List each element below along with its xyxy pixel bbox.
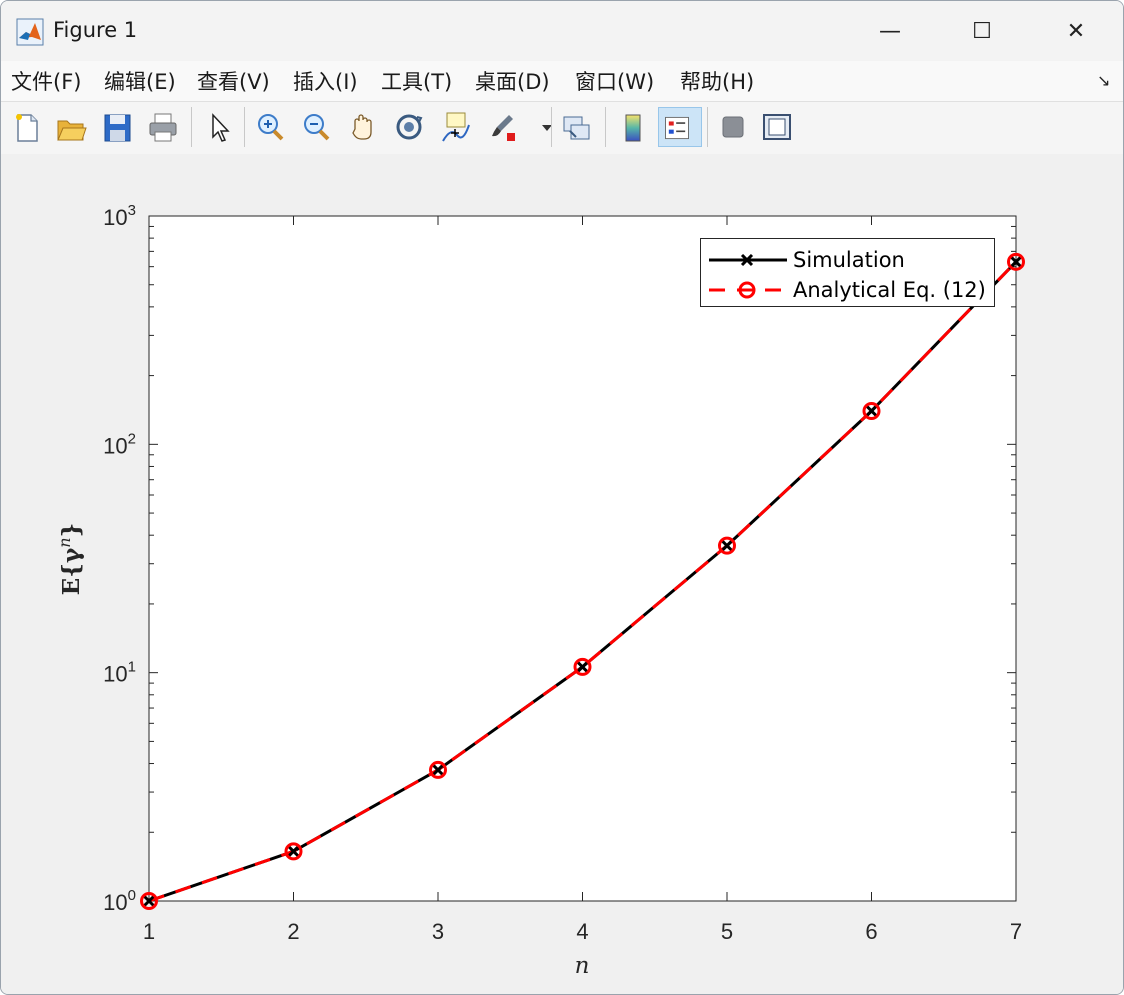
x-tick-label: 6: [865, 919, 877, 944]
y-axis-label-end: }: [58, 523, 85, 538]
y-tick-base: 10: [103, 433, 127, 458]
y-tick-base: 10: [103, 662, 127, 687]
y-tick-exponent: 1: [128, 659, 136, 676]
x-tick-label: 7: [1010, 919, 1022, 944]
x-tick-label: 1: [143, 919, 155, 944]
x-tick-label: 3: [432, 919, 444, 944]
x-tick-label: 5: [721, 919, 733, 944]
x-tick-labels: 1 2 3 4 5 6 7: [143, 919, 1022, 944]
legend-label-analytical: Analytical Eq. (12): [793, 278, 986, 302]
legend[interactable]: Simulation Analytical Eq. (12): [700, 238, 995, 307]
y-tick-label: 102: [103, 430, 136, 458]
x-tick-label: 2: [287, 919, 299, 944]
plot-area[interactable]: [148, 215, 1017, 902]
legend-line-analytical: [709, 281, 787, 299]
y-tick-base: 10: [103, 205, 127, 230]
x-axis-label: n: [575, 953, 590, 979]
y-tick-exponent: 0: [128, 887, 136, 904]
y-axis-label: E{γn}: [55, 523, 85, 596]
legend-line-simulation: [709, 253, 787, 267]
y-tick-label: 103: [103, 202, 136, 230]
y-tick-labels: 100101102103: [103, 202, 136, 915]
y-tick-exponent: 2: [128, 430, 136, 447]
chart: 1234567 100101102103 n E{γn}: [55, 202, 1025, 979]
y-axis-label-sup: n: [55, 537, 74, 547]
x-tick-label: 4: [576, 919, 588, 944]
y-tick-exponent: 3: [128, 202, 136, 219]
y-tick-label: 101: [103, 659, 136, 687]
legend-entry-analytical: Analytical Eq. (12): [701, 276, 994, 306]
y-axis-label-main: E{γ: [58, 547, 85, 595]
y-tick-base: 10: [103, 890, 127, 915]
y-tick-label: 100: [103, 887, 136, 915]
legend-entry-simulation: Simulation: [701, 246, 994, 276]
figure-window: Figure 1 — ☐ ✕ 文件(F) 编辑(E) 查看(V) 插入(I) 工…: [0, 0, 1124, 995]
legend-label-simulation: Simulation: [793, 248, 905, 272]
